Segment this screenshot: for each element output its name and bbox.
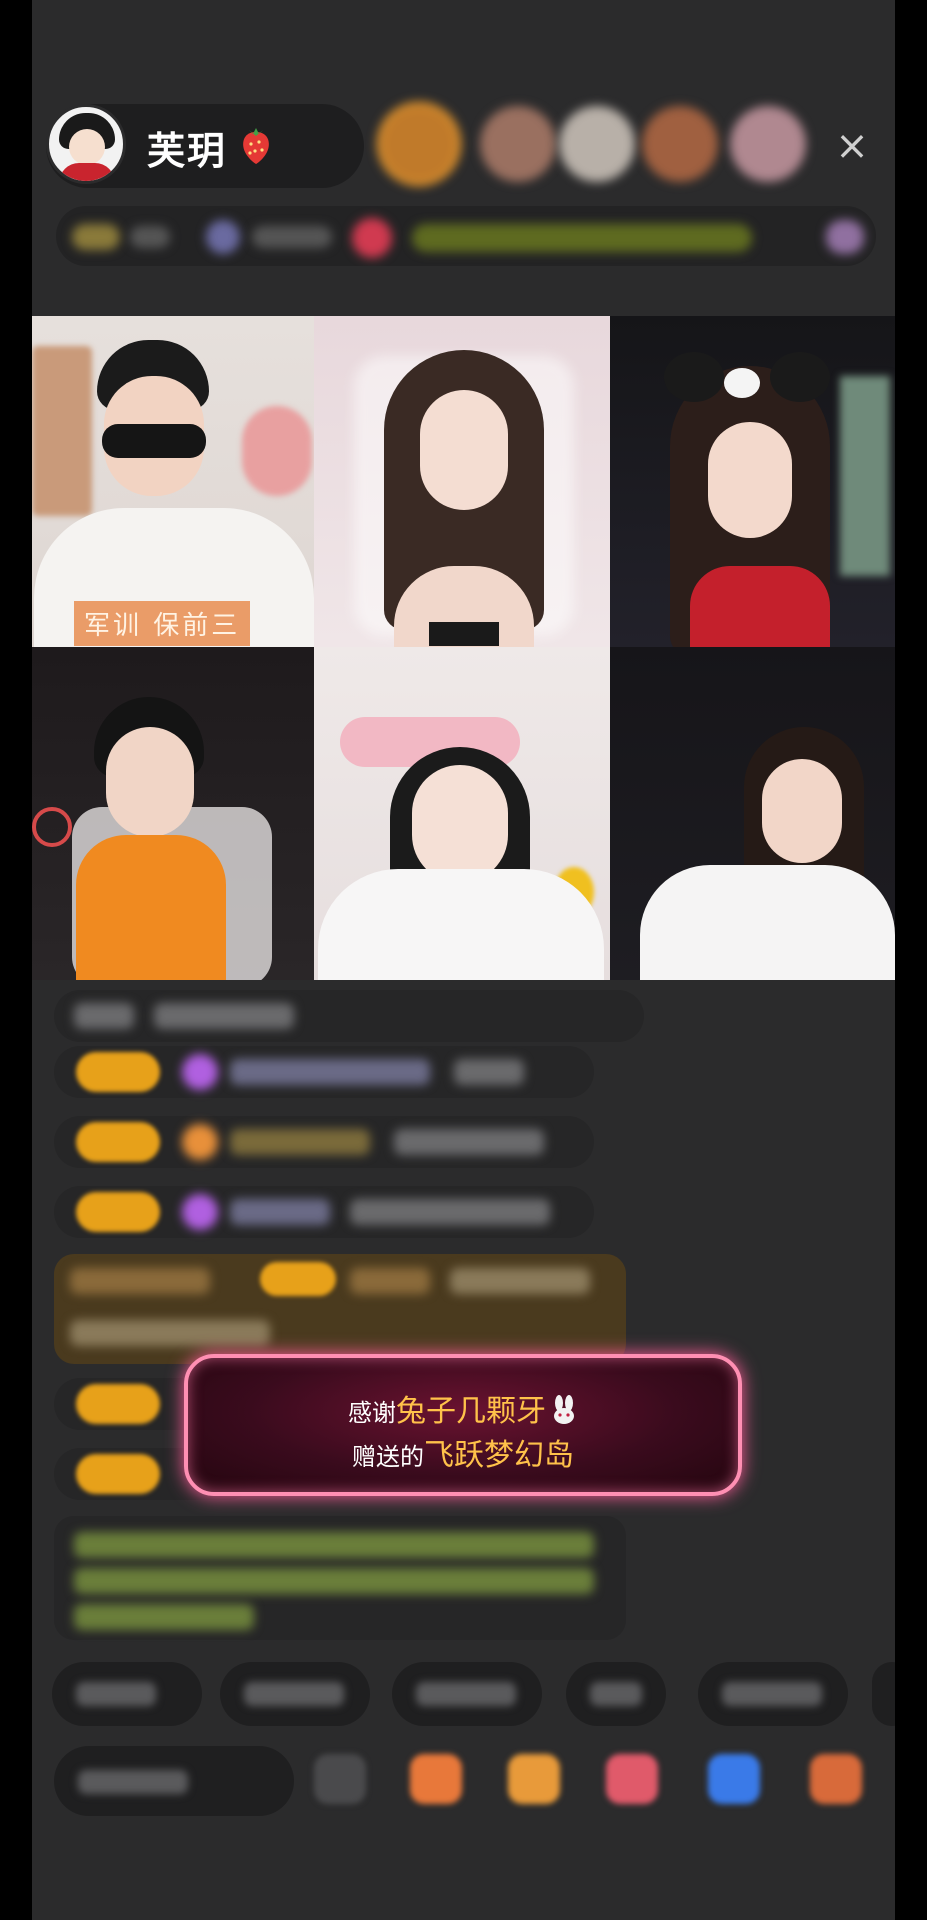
gift-icon[interactable] [410, 1754, 462, 1804]
chat-message [54, 1516, 626, 1640]
like-icon[interactable] [606, 1754, 658, 1804]
tile-tag: 军训 保前三 [74, 601, 251, 646]
gift-name: 飞跃梦幻岛 [424, 1438, 574, 1473]
gift-banner: 感谢兔子几颗牙 赠送的飞跃梦幻岛 [184, 1354, 742, 1496]
viewer-avatar[interactable] [730, 106, 806, 182]
stats-bar [56, 206, 876, 266]
share-icon[interactable] [708, 1754, 760, 1804]
quick-reply-chip[interactable] [220, 1662, 370, 1726]
comment-input[interactable] [54, 1746, 294, 1816]
strawberry-icon [243, 128, 269, 164]
video-tile-6[interactable] [610, 647, 895, 980]
right-border [895, 0, 927, 1920]
quick-reply-chip[interactable] [566, 1662, 666, 1726]
left-border [0, 0, 32, 1920]
avatar[interactable] [46, 104, 126, 184]
chat-message [54, 1046, 594, 1098]
gift-banner-line-2: 赠送的飞跃梦幻岛 [352, 1438, 574, 1473]
chat-message [54, 990, 644, 1042]
rabbit-icon [554, 1395, 574, 1424]
more-icon[interactable] [314, 1754, 366, 1804]
video-grid: 军训 保前三 [32, 316, 895, 980]
gift-banner-line-1: 感谢兔子几颗牙 [188, 1386, 738, 1430]
video-tile-1[interactable]: 军训 保前三 [32, 316, 314, 647]
gift-box-icon[interactable] [810, 1754, 862, 1804]
quick-reply-chip[interactable] [392, 1662, 542, 1726]
host-name: 芙玥 [147, 129, 228, 173]
quick-reply-chip[interactable] [52, 1662, 202, 1726]
video-tile-5[interactable] [314, 647, 610, 980]
viewer-avatar[interactable] [559, 106, 635, 182]
close-icon[interactable]: × [832, 126, 872, 166]
video-tile-4[interactable] [32, 647, 314, 980]
gift-sender: 兔子几颗牙 [396, 1394, 546, 1429]
chat-message [54, 1186, 594, 1238]
quick-reply-chip[interactable] [698, 1662, 848, 1726]
package-icon[interactable] [508, 1754, 560, 1804]
viewer-avatar[interactable] [642, 106, 718, 182]
video-tile-2[interactable] [314, 316, 610, 647]
viewer-avatar[interactable] [480, 106, 556, 182]
quick-reply-chip[interactable] [872, 1662, 895, 1726]
video-tile-3[interactable] [610, 316, 895, 647]
chat-message [54, 1116, 594, 1168]
live-room-screen: 芙玥 × 军训 保前三 感谢兔子几颗牙 赠送的飞跃梦幻岛 [32, 0, 895, 1920]
viewer-avatar[interactable] [381, 106, 457, 182]
chat-message [54, 1254, 626, 1364]
